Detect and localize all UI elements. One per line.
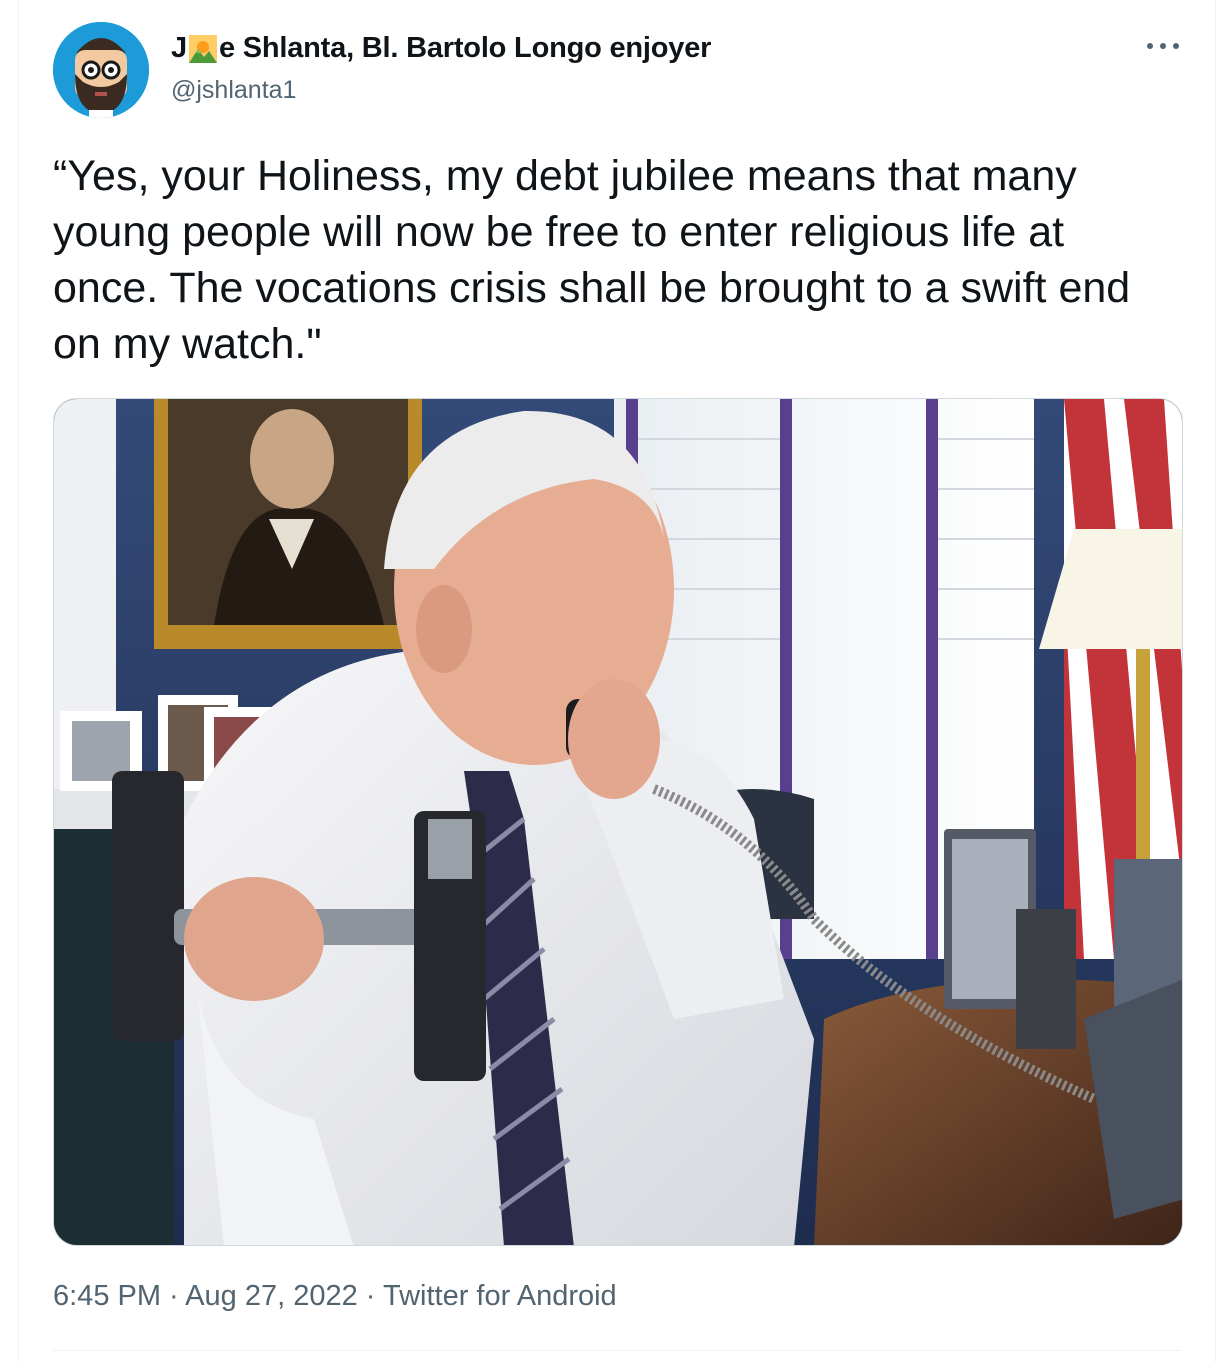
avatar-image [53, 22, 149, 118]
user-handle[interactable]: @jshlanta1 [171, 76, 296, 105]
tweet-time: 6:45 PM [53, 1280, 161, 1312]
avatar[interactable] [53, 22, 149, 118]
tweet-timestamp-link[interactable]: 6:45 PM · Aug 27, 2022 [53, 1280, 358, 1312]
photo-man-on-phone-lifting-dumbbell [54, 399, 1182, 1245]
tweet-card: J e Shlanta, Bl. Bartolo Longo enjoyer @… [18, 0, 1216, 1362]
meta-separator: · [357, 1280, 383, 1312]
display-name-suffix: e Shlanta, Bl. Bartolo Longo enjoyer [218, 32, 712, 64]
divider [53, 1350, 1181, 1351]
tweet-metadata: 6:45 PM · Aug 27, 2022 · Twitter for And… [53, 1280, 617, 1313]
tweet-media-photo[interactable] [53, 398, 1183, 1246]
more-horizontal-icon [1147, 43, 1153, 49]
meta-separator: · [161, 1280, 186, 1312]
tweet-date: Aug 27, 2022 [185, 1280, 358, 1312]
display-name[interactable]: J e Shlanta, Bl. Bartolo Longo enjoyer [171, 32, 711, 65]
tweet-source-link[interactable]: Twitter for Android [383, 1280, 617, 1312]
more-options-button[interactable] [1143, 34, 1183, 58]
tweet-text: “Yes, your Holiness, my debt jubilee mea… [53, 152, 1143, 368]
sunrise-over-mountains-icon [188, 34, 217, 63]
display-name-prefix: J [171, 32, 187, 64]
